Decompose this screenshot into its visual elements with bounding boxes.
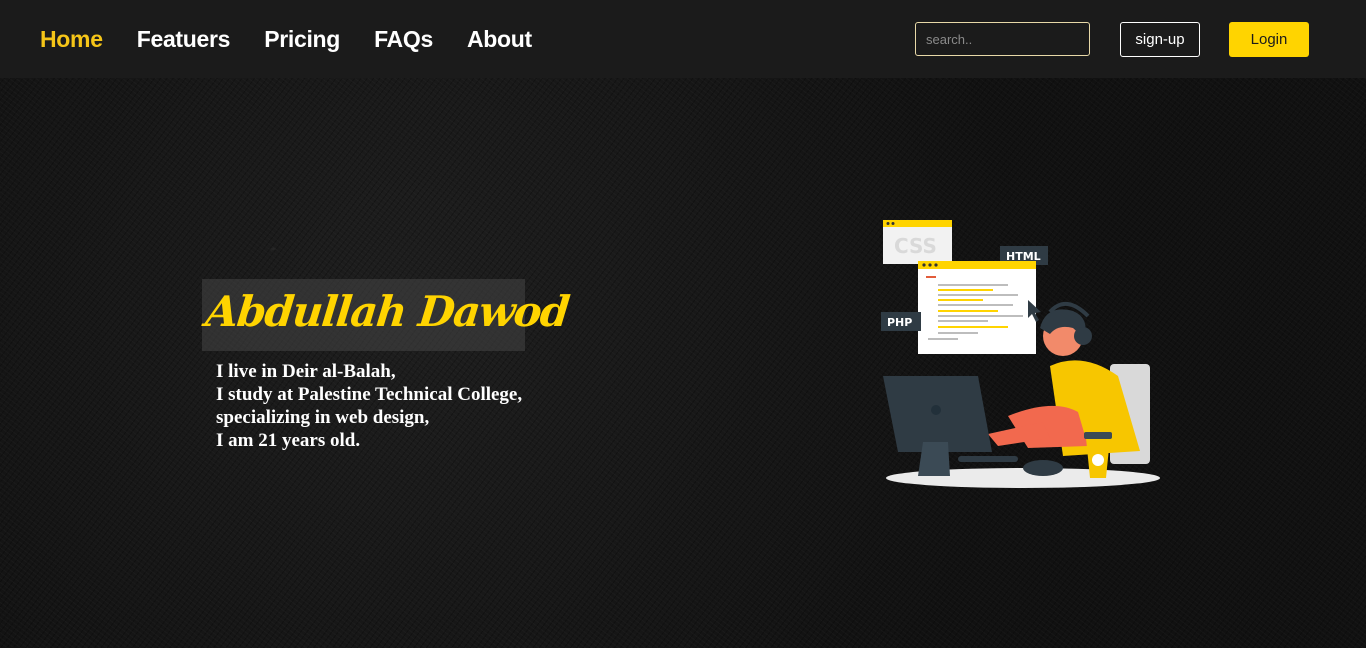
page-bottom-strip [0,648,1366,664]
nav-link-pricing[interactable]: Pricing [264,26,340,53]
hero-name: Abdullah Dawod [203,287,571,336]
nav-link-about[interactable]: About [467,26,532,53]
code-window [918,261,1041,354]
css-window: CSS [883,220,952,264]
bio-line: I am 21 years old. [216,430,361,451]
css-label: CSS [894,234,937,258]
bio-line: specializing in web design, [216,407,430,428]
hero-section: Abdullah Dawod I live in Deir al-Balah, … [0,78,1366,648]
login-button[interactable]: Login [1229,22,1309,57]
bio-text: I live in Deir al-Balah, I study at Pale… [216,360,522,452]
web-developer-illustration: CSS HTML PHP [881,220,1160,488]
bio-line: I live in Deir al-Balah, [216,361,396,382]
nav-link-home[interactable]: Home [40,26,103,53]
php-tag: PHP [881,312,921,331]
php-label: PHP [887,316,912,329]
navbar: Home Featuers Pricing FAQs About sign-up… [0,0,1366,78]
name-highlight-box: Abdullah Dawod [202,279,571,351]
signup-button[interactable]: sign-up [1120,22,1200,57]
search-input[interactable] [915,22,1090,56]
bio-line: I study at Palestine Technical College, [216,384,523,405]
nav-links: Home Featuers Pricing FAQs About [40,0,566,78]
nav-link-faqs[interactable]: FAQs [374,26,433,53]
nav-link-features[interactable]: Featuers [137,26,231,53]
